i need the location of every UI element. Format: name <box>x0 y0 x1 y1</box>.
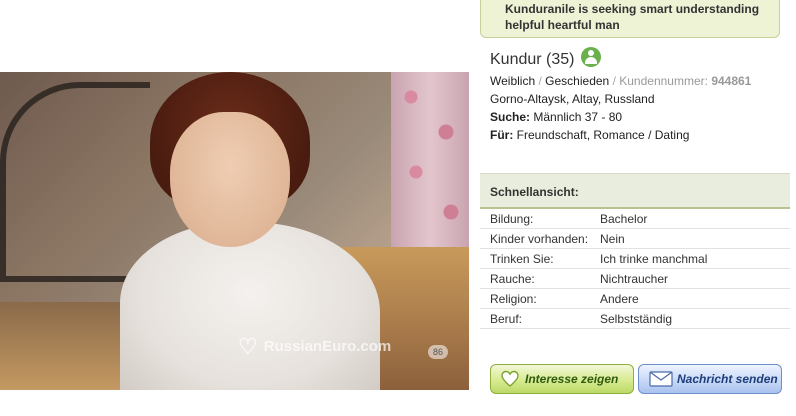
quickview-row: Kinder vorhanden: Nein <box>480 229 790 249</box>
profile-for: Für: Freundschaft, Romance / Dating <box>490 126 790 144</box>
quickview-title: Schnellansicht: <box>480 173 790 209</box>
search-value: Männlich 37 - 80 <box>533 110 623 124</box>
photo-person-face <box>170 112 290 247</box>
envelope-icon <box>649 371 673 387</box>
quickview-row: Rauche: Nichtraucher <box>480 269 790 289</box>
quickview-row: Beruf: Selbstständig <box>480 309 790 329</box>
quickview-value: Andere <box>600 292 639 306</box>
quickview-value: Selbstständig <box>600 312 673 326</box>
show-interest-label: Interesse zeigen <box>525 372 619 386</box>
quickview-value: Nein <box>600 232 625 246</box>
quickview-label: Religion: <box>490 292 537 306</box>
watermark-heart-icon: ♡ <box>238 334 258 359</box>
profile-headline: Kunduranile is seeking smart understandi… <box>505 2 760 32</box>
quickview-row: Religion: Andere <box>480 289 790 309</box>
quickview-panel: Schnellansicht: Bildung: Bachelor Kinder… <box>480 173 790 329</box>
quickview-value: Ich trinke manchmal <box>600 252 708 266</box>
for-label: Für: <box>490 128 514 142</box>
profile-location: Gorno-Altaysk, Altay, Russland <box>490 92 655 106</box>
profile-headline-bubble: Kunduranile is seeking smart understandi… <box>480 0 780 38</box>
send-message-button[interactable]: Nachricht senden <box>638 364 782 394</box>
for-value: Freundschaft, Romance / Dating <box>516 128 690 142</box>
online-user-icon <box>580 47 601 67</box>
profile-search: Suche: Männlich 37 - 80 <box>490 108 790 126</box>
profile-info: Kundur (35) Weiblich / Geschieden / Kund… <box>490 47 790 144</box>
watermark-text: RussianEuro.com <box>263 337 392 355</box>
profile-name-row: Kundur (35) <box>490 47 790 70</box>
quickview-row: Trinken Sie: Ich trinke manchmal <box>480 249 790 269</box>
separator: / <box>538 74 542 88</box>
photo-bedframe <box>0 82 150 282</box>
show-interest-button[interactable]: Interesse zeigen <box>490 364 634 394</box>
photo-person-body <box>120 222 380 390</box>
heart-icon <box>501 370 519 388</box>
send-message-label: Nachricht senden <box>677 372 778 386</box>
photo-watermark: ♡ RussianEuro.com <box>238 334 391 360</box>
profile-basics: Weiblich / Geschieden / Kundennummer: 94… <box>490 72 790 90</box>
profile-name: Kundur (35) <box>490 51 575 68</box>
quickview-label: Beruf: <box>490 312 523 326</box>
search-label: Suche: <box>490 110 531 124</box>
customer-number: 944861 <box>711 74 752 88</box>
quickview-label: Kinder vorhanden: <box>490 232 589 246</box>
separator: / <box>612 74 616 88</box>
quickview-label: Trinken Sie: <box>490 252 554 266</box>
quickview-value: Nichtraucher <box>600 272 669 286</box>
quickview-row: Bildung: Bachelor <box>480 209 790 229</box>
profile-photo[interactable]: ♡ RussianEuro.com 86 <box>0 72 469 390</box>
profile-gender: Weiblich <box>490 74 536 88</box>
profile-marital-status: Geschieden <box>545 74 610 88</box>
bubble-tail <box>485 0 497 7</box>
quickview-label: Bildung: <box>490 212 534 226</box>
quickview-label: Rauche: <box>490 272 535 286</box>
photo-counter-badge: 86 <box>428 345 448 359</box>
quickview-value: Bachelor <box>600 212 648 226</box>
customer-number-label: Kundennummer: <box>619 74 708 88</box>
photo-curtain <box>391 72 469 247</box>
